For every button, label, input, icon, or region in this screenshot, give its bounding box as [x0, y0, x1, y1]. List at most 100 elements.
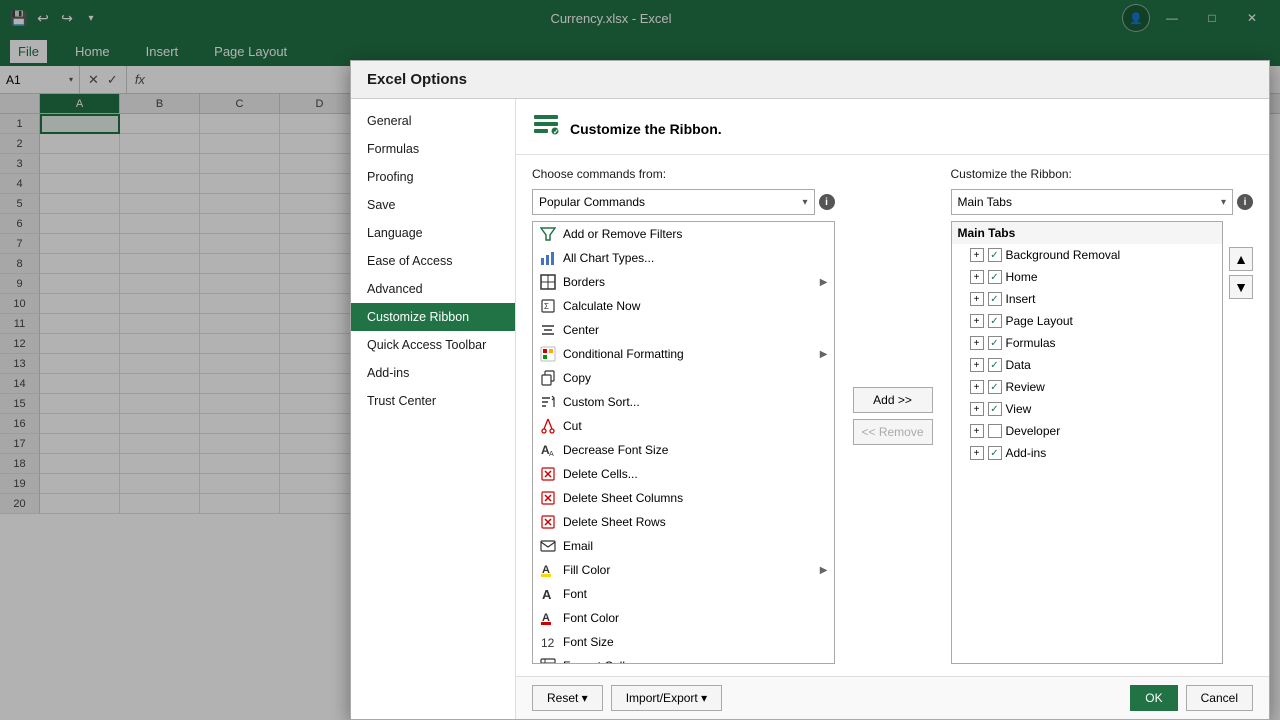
list-item[interactable]: + Developer [952, 420, 1223, 442]
nav-trust-center[interactable]: Trust Center [351, 387, 515, 415]
list-item[interactable]: Copy [533, 366, 834, 390]
ribbon-item-checkbox[interactable] [988, 314, 1002, 328]
command-icon [539, 537, 557, 555]
nav-formulas[interactable]: Formulas [351, 135, 515, 163]
add-button[interactable]: Add >> [853, 387, 933, 413]
ribbon-item-label: Background Removal [1006, 248, 1121, 262]
expand-icon[interactable]: + [970, 424, 984, 438]
ribbon-item-label: Review [1006, 380, 1045, 394]
ribbon-item-checkbox[interactable] [988, 402, 1002, 416]
nav-language[interactable]: Language [351, 219, 515, 247]
excel-options-dialog: Excel Options General Formulas Proofing … [350, 60, 1270, 720]
submenu-arrow-icon: ▶ [820, 277, 828, 288]
ribbon-info-icon[interactable]: i [1237, 194, 1253, 210]
list-item[interactable]: +View [952, 398, 1223, 420]
nav-general[interactable]: General [351, 107, 515, 135]
commands-list[interactable]: Add or Remove Filters All Chart Types... B… [533, 222, 834, 663]
svg-text:A: A [542, 587, 552, 602]
customize-ribbon-icon: ✓ [532, 111, 560, 146]
list-item[interactable]: +Home [952, 266, 1223, 288]
expand-icon[interactable]: + [970, 358, 984, 372]
remove-button[interactable]: << Remove [853, 419, 933, 445]
cancel-button[interactable]: Cancel [1186, 685, 1253, 711]
nav-proofing[interactable]: Proofing [351, 163, 515, 191]
list-item[interactable]: Custom Sort... [533, 390, 834, 414]
nav-add-ins[interactable]: Add-ins [351, 359, 515, 387]
command-icon [539, 657, 557, 663]
command-label: All Chart Types... [563, 251, 828, 265]
list-item[interactable]: 12Font Size [533, 630, 834, 654]
list-item[interactable]: Add or Remove Filters [533, 222, 834, 246]
svg-text:12: 12 [541, 636, 555, 650]
svg-text:✓: ✓ [553, 129, 559, 136]
list-item[interactable]: Center [533, 318, 834, 342]
reset-button[interactable]: Reset ▾ [532, 685, 603, 711]
expand-icon[interactable]: + [970, 248, 984, 262]
expand-icon[interactable]: + [970, 446, 984, 460]
ribbon-item-label: Add-ins [1006, 446, 1047, 460]
ok-button[interactable]: OK [1130, 685, 1177, 711]
ribbon-move-buttons: ▲ ▼ [1223, 221, 1253, 664]
expand-icon[interactable]: + [970, 380, 984, 394]
ribbon-item-checkbox[interactable] [988, 446, 1002, 460]
command-label: Delete Sheet Rows [563, 515, 828, 529]
ribbon-item-checkbox[interactable] [988, 248, 1002, 262]
list-item[interactable]: Conditional Formatting▶ [533, 342, 834, 366]
list-item[interactable]: ΣCalculate Now [533, 294, 834, 318]
nav-ease-of-access[interactable]: Ease of Access [351, 247, 515, 275]
nav-quick-access[interactable]: Quick Access Toolbar [351, 331, 515, 359]
command-icon: Σ [539, 297, 557, 315]
ribbon-item-checkbox[interactable] [988, 358, 1002, 372]
nav-customize-ribbon[interactable]: Customize Ribbon [351, 303, 515, 331]
ribbon-item-checkbox[interactable] [988, 336, 1002, 350]
command-label: Copy [563, 371, 828, 385]
expand-icon[interactable]: + [970, 270, 984, 284]
list-item[interactable]: Format Cells [533, 654, 834, 663]
list-item[interactable]: +Data [952, 354, 1223, 376]
ribbon-item-checkbox[interactable] [988, 270, 1002, 284]
command-icon [539, 513, 557, 531]
list-item[interactable]: A Font [533, 582, 834, 606]
list-item[interactable]: All Chart Types... [533, 246, 834, 270]
list-item[interactable]: AADecrease Font Size [533, 438, 834, 462]
expand-icon[interactable]: + [970, 292, 984, 306]
commands-info-icon[interactable]: i [819, 194, 835, 210]
list-item[interactable]: +Page Layout [952, 310, 1223, 332]
list-item[interactable]: + Review [952, 376, 1223, 398]
list-item[interactable]: AFont Color [533, 606, 834, 630]
list-item[interactable]: Delete Cells... [533, 462, 834, 486]
ribbon-item-checkbox[interactable] [988, 380, 1002, 394]
list-item[interactable]: + Background Removal [952, 244, 1223, 266]
expand-icon[interactable]: + [970, 402, 984, 416]
command-label: Font [563, 587, 828, 601]
import-export-button[interactable]: Import/Export ▾ [611, 685, 722, 711]
list-item[interactable]: Delete Sheet Rows [533, 510, 834, 534]
list-item[interactable]: Cut [533, 414, 834, 438]
ribbon-items-list[interactable]: Main Tabs+Background Removal+Home+Insert… [952, 222, 1223, 663]
list-item[interactable]: AFill Color▶ [533, 558, 834, 582]
dialog-main: ✓ Customize the Ribbon. Choose commands … [516, 99, 1269, 719]
expand-icon[interactable]: + [970, 336, 984, 350]
ribbon-dropdown[interactable]: Main Tabs ▾ [951, 189, 1234, 215]
nav-advanced[interactable]: Advanced [351, 275, 515, 303]
ribbon-item-checkbox[interactable] [988, 424, 1002, 438]
move-down-button[interactable]: ▼ [1229, 275, 1253, 299]
list-item[interactable]: Borders▶ [533, 270, 834, 294]
dialog-footer: Reset ▾ Import/Export ▾ OK Cancel [516, 676, 1269, 719]
command-icon [539, 249, 557, 267]
nav-save[interactable]: Save [351, 191, 515, 219]
ribbon-item-label: Developer [1006, 424, 1061, 438]
command-label: Conditional Formatting [563, 347, 814, 361]
list-item[interactable]: Email [533, 534, 834, 558]
list-item[interactable]: + Add-ins [952, 442, 1223, 464]
svg-text:Σ: Σ [544, 302, 549, 311]
expand-icon[interactable]: + [970, 314, 984, 328]
list-item[interactable]: +Insert [952, 288, 1223, 310]
choose-commands-label: Choose commands from: [532, 167, 835, 181]
command-label: Custom Sort... [563, 395, 828, 409]
list-item[interactable]: Delete Sheet Columns [533, 486, 834, 510]
move-up-button[interactable]: ▲ [1229, 247, 1253, 271]
ribbon-item-checkbox[interactable] [988, 292, 1002, 306]
commands-dropdown[interactable]: Popular Commands ▾ [532, 189, 815, 215]
list-item[interactable]: +Formulas [952, 332, 1223, 354]
